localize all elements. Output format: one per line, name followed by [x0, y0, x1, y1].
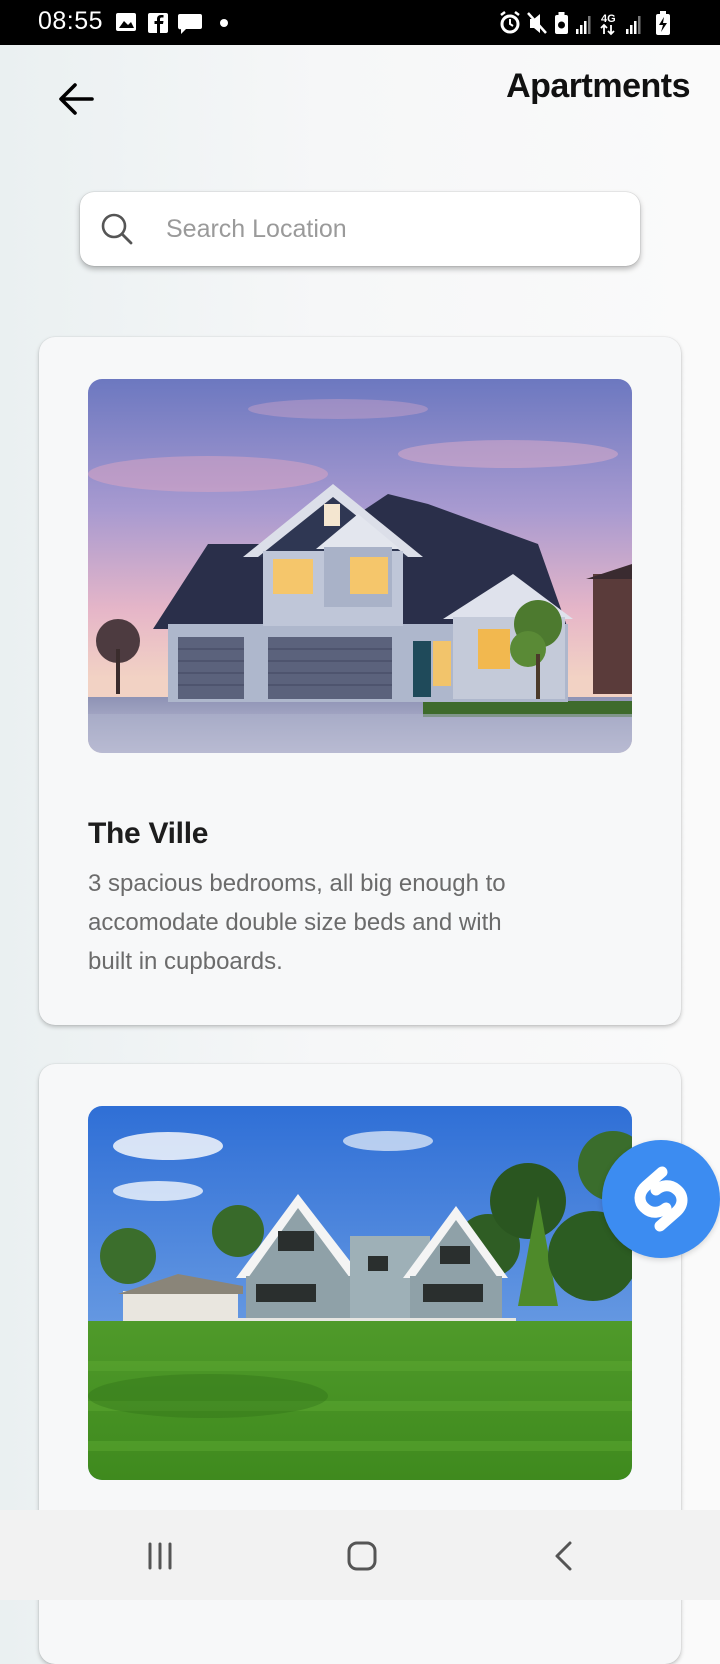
listing-image[interactable]	[88, 379, 632, 753]
home-button[interactable]	[334, 1536, 390, 1576]
listing-description: 3 spacious bedrooms, all big enough to a…	[88, 870, 506, 975]
battery-saver-icon	[555, 12, 568, 34]
house-dusk-photo	[88, 379, 632, 753]
gallery-icon	[116, 13, 136, 31]
mute-icon	[527, 12, 547, 34]
shazam-button[interactable]	[602, 1140, 720, 1258]
search-input[interactable]	[166, 192, 606, 266]
facebook-icon	[148, 13, 168, 33]
page-title: Apartments	[506, 67, 690, 105]
battery-icon	[656, 11, 670, 35]
back-icon	[555, 1541, 572, 1571]
chat-icon	[177, 14, 202, 34]
system-icons: 4G	[500, 11, 670, 36]
back-button[interactable]	[50, 73, 102, 125]
svg-text:4G: 4G	[601, 13, 616, 25]
search-icon	[101, 213, 133, 245]
house-lawn-photo	[88, 1106, 632, 1480]
4g-icon: 4G	[600, 13, 616, 36]
listing-card[interactable]: The Ville 3 spacious bedrooms, all big e…	[39, 337, 681, 1025]
search-box[interactable]	[80, 192, 640, 266]
alarm-icon	[500, 11, 520, 34]
status-time: 08:55	[38, 7, 104, 35]
signal-icon	[626, 16, 641, 34]
nav-back-button[interactable]	[536, 1536, 592, 1576]
shazam-icon	[634, 1166, 688, 1232]
notification-icons	[116, 13, 228, 34]
listing-image[interactable]	[88, 1106, 632, 1480]
signal-icon	[576, 16, 591, 34]
listing-title: The Ville	[88, 817, 209, 850]
dot-icon	[220, 19, 228, 27]
arrow-left-icon	[59, 83, 94, 115]
recents-button[interactable]	[132, 1536, 188, 1576]
system-nav-bar	[0, 1510, 720, 1600]
status-bar: 08:55 4G	[0, 0, 720, 45]
recents-icon	[148, 1542, 172, 1570]
home-icon	[347, 1541, 377, 1571]
app-header: Apartments	[0, 45, 720, 155]
